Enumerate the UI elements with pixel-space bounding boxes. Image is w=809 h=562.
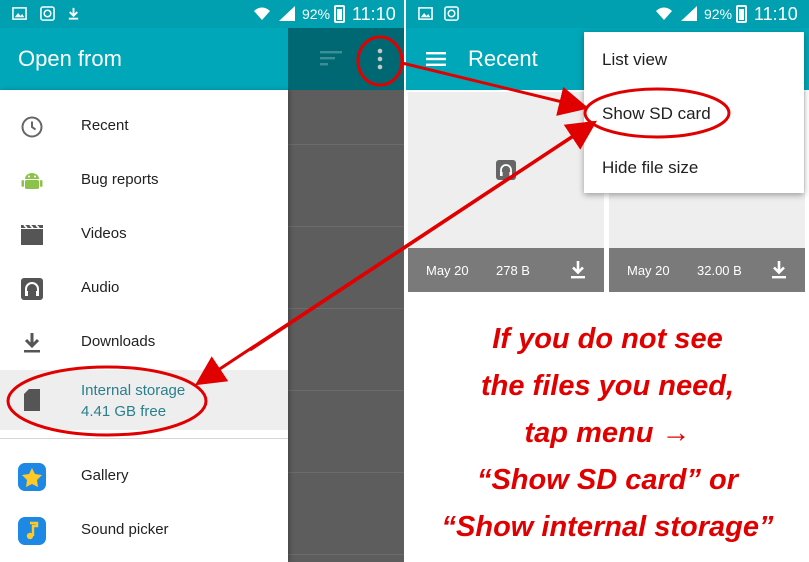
drawer-item-downloads[interactable]: Downloads — [0, 316, 288, 370]
caption-line: “Show SD card” or — [476, 464, 739, 496]
menu-item-label: Show SD card — [602, 104, 711, 123]
gallery-icon — [18, 463, 46, 491]
drawer-item-label: Internal storage — [81, 382, 186, 399]
drawer-divider — [0, 438, 288, 439]
video-icon — [21, 224, 43, 245]
file-date: May 20 — [627, 263, 670, 278]
battery-percent: 92% — [704, 6, 733, 22]
clock-time: 11:10 — [352, 4, 396, 24]
drawer-item-internal-storage[interactable]: Internal storage 4.41 GB free — [0, 370, 288, 430]
menu-item-list-view[interactable]: List view — [584, 32, 804, 86]
list-divider — [288, 472, 404, 473]
music-note-icon — [18, 517, 46, 545]
scrim-overlay[interactable] — [288, 28, 404, 562]
wifi-icon — [254, 7, 270, 20]
drawer-item-label: Downloads — [81, 333, 156, 350]
caption-line: “Show internal storage” — [441, 511, 774, 543]
file-date: May 20 — [426, 263, 469, 278]
file-size: 32.00 B — [697, 263, 742, 278]
android-icon — [21, 173, 43, 189]
signal-icon — [681, 6, 697, 21]
audio-file-icon — [496, 160, 516, 180]
drawer-header: Open from — [0, 28, 288, 90]
audio-icon — [21, 278, 43, 300]
drawer-item-label: Bug reports — [81, 171, 159, 188]
list-divider — [288, 554, 404, 555]
wifi-icon — [656, 7, 672, 20]
image-notification-icon — [418, 7, 433, 20]
list-divider — [288, 390, 404, 391]
battery-icon — [334, 5, 345, 23]
file-meta-bar: May 20 32.00 B — [609, 248, 805, 292]
status-bar: 92% 11:10 — [406, 0, 809, 28]
hamburger-menu-icon[interactable] — [426, 52, 446, 66]
download-icon — [571, 261, 585, 279]
clock-time: 11:10 — [754, 4, 798, 24]
drawer-item-label: Recent — [81, 117, 129, 134]
drawer-item-label: Gallery — [81, 467, 129, 484]
drawer-item-label: Videos — [81, 225, 127, 242]
drawer-item-audio[interactable]: Audio — [0, 262, 288, 316]
list-divider — [288, 226, 404, 227]
drawer-item-label: Audio — [81, 279, 120, 296]
file-card[interactable]: May 20 278 B — [408, 92, 604, 292]
list-divider — [288, 308, 404, 309]
menu-item-label: List view — [602, 50, 668, 69]
left-screen: 92% 11:10 Open from Recent Bug reports V… — [0, 0, 404, 562]
file-size: 278 B — [496, 263, 530, 278]
overflow-menu: List view Show SD card Hide file size — [584, 32, 804, 193]
menu-item-hide-file-size[interactable]: Hide file size — [584, 140, 804, 194]
status-bar: 92% 11:10 — [0, 0, 404, 28]
sort-icon[interactable] — [320, 50, 342, 66]
battery-percent: 92% — [302, 6, 331, 22]
menu-item-label: Hide file size — [602, 158, 699, 177]
sd-card-icon — [24, 389, 40, 411]
drawer-item-recent[interactable]: Recent — [0, 100, 288, 154]
drawer-item-videos[interactable]: Videos — [0, 208, 288, 262]
drawer-item-bug-reports[interactable]: Bug reports — [0, 154, 288, 208]
sync-notification-icon — [40, 6, 55, 21]
clock-icon — [21, 116, 43, 138]
overflow-menu-icon[interactable] — [376, 47, 384, 71]
sync-notification-icon — [444, 6, 459, 21]
caption-line: If you do not see — [492, 323, 723, 355]
drawer-item-sound-picker[interactable]: Sound picker — [0, 504, 288, 558]
page-title: Recent — [468, 46, 538, 71]
right-screen: 92% 11:10 Recent May 20 278 B May 20 32.… — [406, 0, 809, 562]
list-divider — [288, 144, 404, 145]
navigation-drawer: Recent Bug reports Videos Audio Download… — [0, 90, 288, 562]
signal-icon — [279, 6, 295, 21]
download-icon — [24, 333, 40, 353]
drawer-title: Open from — [18, 46, 122, 71]
drawer-item-label: Sound picker — [81, 521, 169, 538]
image-notification-icon — [12, 7, 27, 20]
caption-line: the files you need, — [481, 370, 734, 402]
file-meta-bar: May 20 278 B — [408, 248, 604, 292]
instruction-caption: If you do not see the files you need, ta… — [406, 316, 809, 551]
battery-icon — [736, 5, 747, 23]
caption-line: tap menu → — [524, 417, 691, 449]
download-icon — [772, 261, 786, 279]
dimmed-appbar — [288, 28, 404, 90]
download-notification-icon — [68, 7, 79, 20]
drawer-item-gallery[interactable]: Gallery — [0, 450, 288, 504]
menu-item-show-sd-card[interactable]: Show SD card — [584, 86, 804, 140]
storage-free-space: 4.41 GB free — [81, 403, 167, 420]
